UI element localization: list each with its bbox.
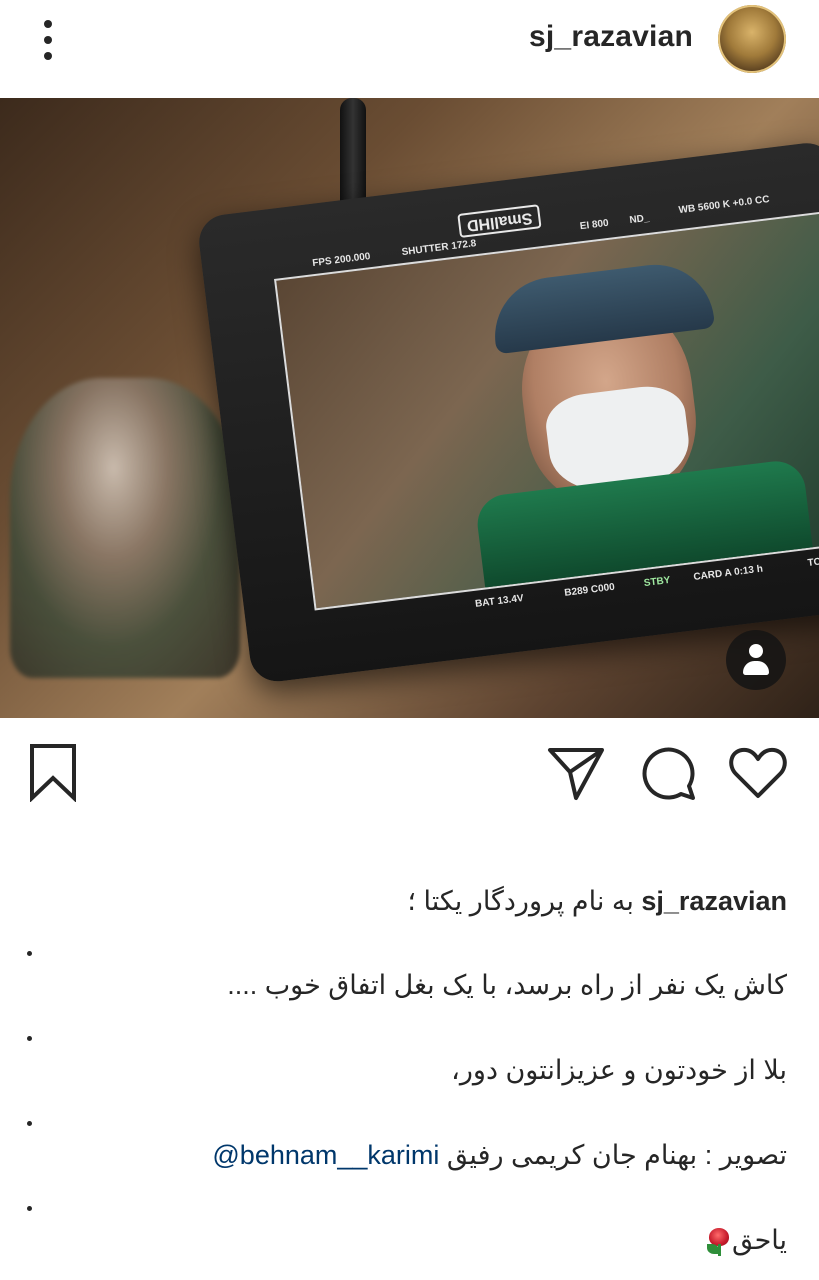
menu-dot — [44, 20, 52, 28]
caption-line-4: تصویر : بهنام جان کریمی رفیق @behnam__ka… — [212, 1140, 787, 1171]
heart-icon[interactable] — [728, 742, 788, 802]
menu-dot — [44, 52, 52, 60]
actor-cap — [488, 258, 716, 355]
bookmark-icon[interactable] — [24, 742, 84, 803]
background-person — [10, 378, 240, 678]
separator-dot — [27, 1036, 32, 1041]
comment-icon[interactable] — [637, 742, 697, 802]
caption-text-4: تصویر : بهنام جان کریمی رفیق — [439, 1140, 787, 1170]
hud-nd: ND_ — [628, 212, 651, 227]
separator-dot — [27, 951, 32, 956]
caption-text-5: یاحق — [732, 1225, 787, 1255]
caption-text-1: به نام پروردگار یکتا ؛ — [407, 886, 634, 916]
user-tag-icon[interactable] — [726, 630, 786, 690]
hud-timecode: TC 15:40 — [806, 553, 819, 569]
hud-card: CARD A 0:13 h — [692, 563, 764, 584]
camera-monitor: SmallHD FPS 200.000 SHUTTER 172.8 EI 800… — [196, 140, 819, 685]
hud-ei: EI 800 — [579, 217, 610, 233]
hud-status: STBY — [643, 574, 672, 590]
post-header: sj_razavian — [0, 0, 819, 98]
monitor-brand-logo: SmallHD — [457, 204, 542, 238]
mention-link[interactable]: @behnam__karimi — [212, 1140, 439, 1170]
hud-wb: WB 5600 K +0.0 CC — [678, 194, 771, 217]
profile-avatar[interactable] — [718, 5, 786, 73]
rose-emoji-icon — [706, 1227, 732, 1256]
monitor-screen — [274, 210, 819, 611]
caption-line-5: یاحق — [706, 1225, 787, 1256]
caption-username[interactable]: sj_razavian — [641, 886, 787, 916]
caption-line-2: کاش یک نفر از راه برسد، با یک بغل اتفاق … — [227, 970, 787, 1000]
post-username[interactable]: sj_razavian — [529, 20, 693, 54]
hud-clip: B289 C000 — [563, 581, 616, 599]
hud-fps: FPS 200.000 — [311, 251, 372, 270]
caption-line-1: sj_razavian به نام پروردگار یکتا ؛ — [407, 886, 787, 917]
more-options-icon[interactable] — [30, 16, 66, 64]
menu-dot — [44, 36, 52, 44]
hud-battery: BAT 13.4V — [474, 592, 525, 610]
send-icon[interactable] — [546, 742, 606, 802]
user-tag-head — [749, 644, 763, 658]
separator-dot — [27, 1206, 32, 1211]
post-image[interactable]: SmallHD FPS 200.000 SHUTTER 172.8 EI 800… — [0, 98, 819, 718]
caption-line-3: بلا از خودتون و عزیزانتون دور، — [451, 1055, 787, 1085]
action-bar — [0, 718, 819, 828]
separator-dot — [27, 1121, 32, 1126]
user-tag-shoulders — [743, 661, 769, 675]
